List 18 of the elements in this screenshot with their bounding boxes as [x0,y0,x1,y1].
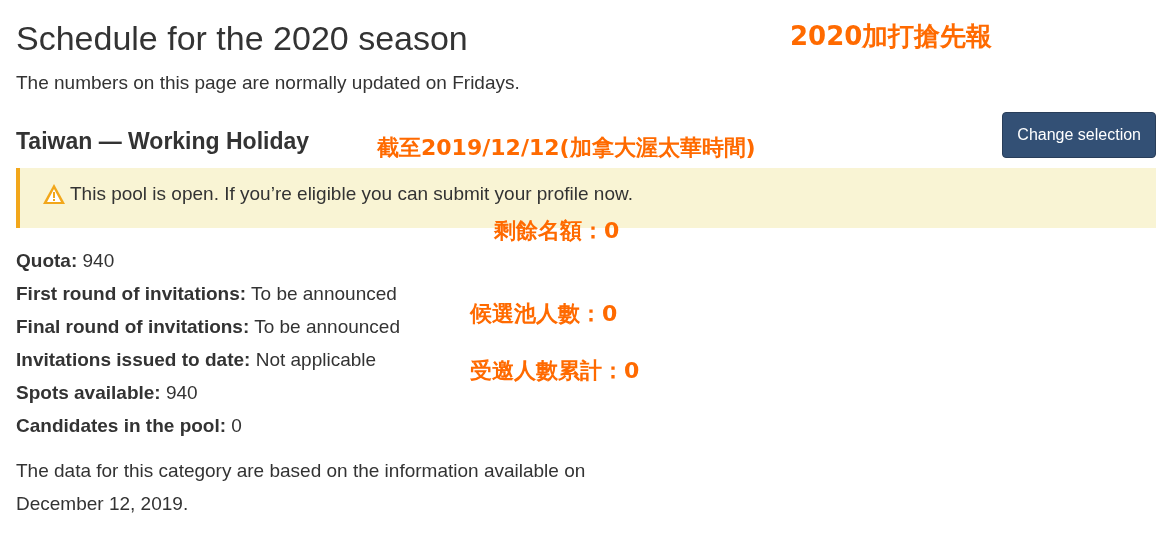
fact-line: Candidates in the pool: 0 [16,414,242,439]
warning-icon [42,183,66,206]
page-title: Schedule for the 2020 season [16,20,468,58]
fact-line: Spots available: 940 [16,381,198,406]
alert-text: This pool is open. If you’re eligible you can submit your profile now. [70,181,633,206]
fact-line: Invitations issued to date: Not applicable [16,348,377,373]
annotation-text: 受邀人數累計：0 [470,359,640,384]
category-heading: Taiwan — Working Holiday [16,128,310,156]
annotation-text: 候選池人數：0 [470,302,618,327]
change-selection-button[interactable]: Change selection [1002,111,1156,158]
annotation-text: 2020加打搶先報 [790,22,993,51]
annotation-text: 截至2019/12/12(加拿大渥太華時間) [377,136,756,161]
subtitle: The numbers on this page are normally updated on Fridays. [16,71,520,96]
fact-line: Quota: 940 [16,249,115,274]
fact-line: First round of invitations: To be announced [16,282,397,307]
data-note: The data for this category are based on the information available on December 12, 2019. [16,459,587,517]
annotation-text: 剩餘名額：0 [494,219,620,244]
fact-line: Final round of invitations: To be announced [16,315,400,340]
